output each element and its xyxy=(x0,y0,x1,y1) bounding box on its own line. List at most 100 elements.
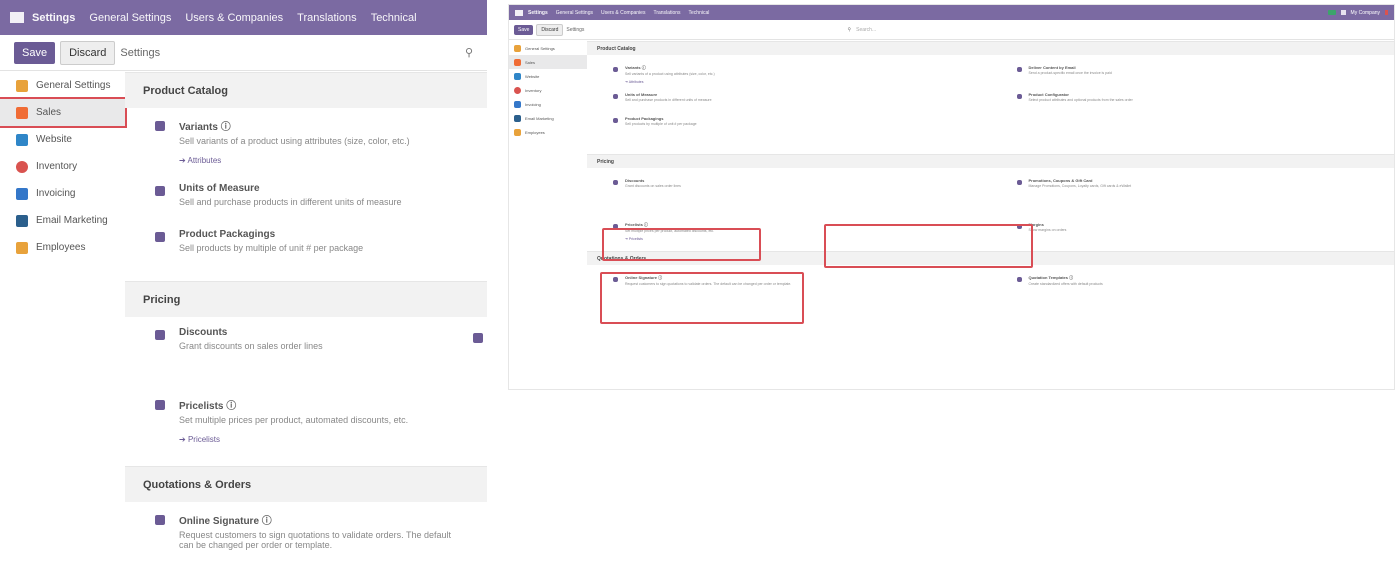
company-switcher[interactable]: My Company xyxy=(1351,10,1380,16)
zoomed-settings-view: Settings General Settings Users & Compan… xyxy=(0,0,487,581)
top-navbar: Settings General Settings Users & Compan… xyxy=(0,0,487,35)
section-header-quotations-orders: Quotations & Orders xyxy=(125,466,487,502)
sidebar-item-inventory[interactable]: Inventory xyxy=(509,83,587,97)
attributes-link[interactable]: ➔ Attributes xyxy=(625,80,715,84)
sidebar-item-label: Website xyxy=(36,134,72,145)
units-of-measure-checkbox[interactable] xyxy=(155,186,165,196)
navbar-app-name[interactable]: Settings xyxy=(528,10,548,16)
info-icon[interactable]: ⓘ xyxy=(658,275,662,280)
discard-button[interactable]: Discard xyxy=(60,40,116,65)
navbar-app-name[interactable]: Settings xyxy=(32,12,75,24)
settings-sidebar: General Settings Sales Website Inventory… xyxy=(0,72,127,581)
info-icon[interactable]: ⓘ xyxy=(226,401,236,412)
sidebar-item-general-settings[interactable]: General Settings xyxy=(509,41,587,55)
discard-button[interactable]: Discard xyxy=(536,23,564,36)
sidebar-item-label: Website xyxy=(525,73,540,79)
variants-checkbox[interactable] xyxy=(613,67,618,72)
employees-app-icon xyxy=(514,128,521,136)
deliver-content-checkbox[interactable] xyxy=(1016,67,1022,72)
sidebar-item-inventory[interactable]: Inventory xyxy=(0,153,125,180)
info-icon[interactable]: ⓘ xyxy=(221,122,231,133)
settings-content: Product Catalog Variants ⓘ Sell variants… xyxy=(125,72,487,581)
search-icon[interactable]: ⚲ xyxy=(465,46,473,59)
apps-menu-icon[interactable] xyxy=(515,9,523,16)
setting-title: Online Signature xyxy=(625,275,658,280)
navbar-menu-translations[interactable]: Translations xyxy=(297,12,357,24)
section-header-product-catalog: Product Catalog xyxy=(125,72,487,108)
sidebar-item-email-marketing[interactable]: Email Marketing xyxy=(509,111,587,125)
sidebar-item-label: Email Marketing xyxy=(525,115,554,121)
setting-title: Pricelists xyxy=(625,222,643,227)
setting-description: Manage Promotions, Coupons, Loyalty card… xyxy=(1028,184,1132,188)
section-header-quotations-orders: Quotations & Orders xyxy=(587,251,1394,265)
units-of-measure-checkbox[interactable] xyxy=(613,94,618,99)
settings-content: Product Catalog Variants ⓘ Sell variants… xyxy=(587,41,1394,389)
setting-title: Units of Measure xyxy=(625,92,658,97)
product-packagings-checkbox[interactable] xyxy=(155,232,165,242)
online-signature-checkbox[interactable] xyxy=(613,277,618,282)
discounts-checkbox[interactable] xyxy=(613,180,618,185)
setting-units-of-measure: Units of Measure Sell and purchase produ… xyxy=(587,88,991,112)
navbar-menu-users-companies[interactable]: Users & Companies xyxy=(601,10,645,16)
attributes-link[interactable]: ➔ Attributes xyxy=(179,156,410,165)
margins-checkbox[interactable] xyxy=(1016,224,1022,229)
search-icon[interactable]: ⚲ xyxy=(847,27,851,33)
setting-description: Send a product-specific email once the i… xyxy=(1028,71,1112,75)
variants-checkbox[interactable] xyxy=(155,121,165,131)
section-header-pricing: Pricing xyxy=(125,281,487,317)
info-icon[interactable]: ⓘ xyxy=(642,65,646,70)
quotation-templates-checkbox[interactable] xyxy=(1016,277,1022,282)
setting-units-of-measure: Units of Measure Sell and purchase produ… xyxy=(125,173,487,219)
navbar-menu-technical[interactable]: Technical xyxy=(689,10,710,16)
sidebar-item-general-settings[interactable]: General Settings xyxy=(0,72,125,99)
chat-icon[interactable] xyxy=(1327,10,1336,15)
save-button[interactable]: Save xyxy=(14,41,56,64)
setting-title: Product Packagings xyxy=(179,229,276,240)
setting-online-signature: Online Signature ⓘ Request customers to … xyxy=(125,502,487,558)
online-signature-checkbox[interactable] xyxy=(155,515,165,525)
apps-menu-icon[interactable] xyxy=(10,12,24,23)
promotions-checkbox[interactable] xyxy=(1016,180,1022,185)
activity-icon[interactable] xyxy=(1340,10,1346,15)
setting-product-configurator: Product Configurator Select product attr… xyxy=(991,88,1395,112)
settings-sidebar: General Settings Sales Website Inventory… xyxy=(509,41,587,389)
sidebar-item-employees[interactable]: Employees xyxy=(509,125,587,139)
sidebar-item-label: Sales xyxy=(36,107,62,118)
setting-title: Discounts xyxy=(179,327,228,338)
info-icon[interactable]: ⓘ xyxy=(262,516,272,527)
navbar-menu-general-settings[interactable]: General Settings xyxy=(556,10,593,16)
promotions-checkbox[interactable] xyxy=(473,333,483,343)
pricelists-link[interactable]: ➔ Pricelists xyxy=(625,237,714,241)
user-avatar[interactable] xyxy=(1385,10,1388,15)
pricelists-checkbox[interactable] xyxy=(155,400,165,410)
pricelists-link[interactable]: ➔ Pricelists xyxy=(179,435,408,444)
breadcrumb: Settings xyxy=(566,26,585,33)
discounts-checkbox[interactable] xyxy=(155,330,165,340)
search-input[interactable]: Search... xyxy=(856,27,876,33)
setting-title: Pricelists xyxy=(179,401,224,412)
navbar-menu-technical[interactable]: Technical xyxy=(371,12,417,24)
navbar-menu-users-companies[interactable]: Users & Companies xyxy=(185,12,283,24)
sidebar-item-label: General Settings xyxy=(36,80,111,91)
product-packagings-checkbox[interactable] xyxy=(613,118,618,123)
sidebar-item-email-marketing[interactable]: Email Marketing xyxy=(0,207,125,234)
sidebar-item-sales[interactable]: Sales xyxy=(509,55,587,69)
navbar-menu-translations[interactable]: Translations xyxy=(653,10,680,16)
sidebar-item-employees[interactable]: Employees xyxy=(0,234,125,261)
sidebar-item-invoicing[interactable]: Invoicing xyxy=(0,180,125,207)
save-button[interactable]: Save xyxy=(514,24,534,35)
setting-variants: Variants ⓘ Sell variants of a product us… xyxy=(125,108,487,173)
product-configurator-checkbox[interactable] xyxy=(1016,94,1022,99)
info-icon[interactable]: ⓘ xyxy=(1069,275,1073,280)
setting-deliver-content-by-email: Deliver Content by Email Send a product-… xyxy=(991,61,1395,88)
sidebar-item-sales[interactable]: Sales xyxy=(0,97,127,128)
navbar-menu-general-settings[interactable]: General Settings xyxy=(89,12,171,24)
sidebar-item-website[interactable]: Website xyxy=(0,126,125,153)
sidebar-item-website[interactable]: Website xyxy=(509,69,587,83)
pricelists-checkbox[interactable] xyxy=(613,224,618,229)
sidebar-item-invoicing[interactable]: Invoicing xyxy=(509,97,587,111)
setting-title: Units of Measure xyxy=(179,183,260,194)
info-icon[interactable]: ⓘ xyxy=(644,222,648,227)
sidebar-item-label: Employees xyxy=(36,242,86,253)
website-app-icon xyxy=(16,133,28,146)
